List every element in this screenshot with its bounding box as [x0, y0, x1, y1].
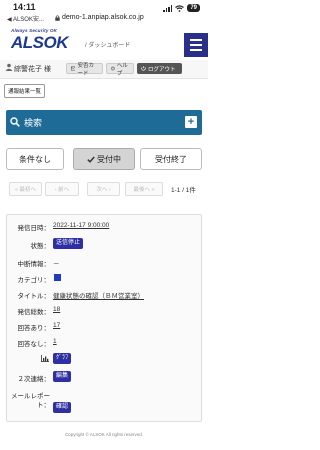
mail-report-label: メールレポー ト：: [11, 393, 50, 409]
secondary-edit-button[interactable]: 編集: [53, 371, 72, 382]
answered-label: 回答あり：: [17, 325, 51, 332]
report-title-link[interactable]: 健康状態の確認（ＢＭ営業室）: [53, 290, 144, 300]
back-to-app-link[interactable]: ◀ ALSOK安...: [7, 14, 44, 23]
total-label: 発信総数：: [17, 309, 51, 316]
category-label: カテゴリ：: [17, 277, 51, 284]
bar-chart-icon: [41, 355, 49, 362]
tab-accepting-label: 受付中: [97, 154, 121, 164]
tab-no-condition[interactable]: 条件なし: [6, 148, 64, 170]
title-label: タイトル：: [17, 293, 51, 300]
status-time: 14:11: [13, 2, 36, 12]
status-badge: 送信停止: [53, 238, 84, 249]
interrupt-label: 中断情報：: [17, 261, 51, 268]
safety-card-label: 安否カード: [77, 62, 94, 77]
help-button[interactable]: ヘルプ: [106, 62, 134, 77]
report-list-button[interactable]: 通報結果一覧: [4, 84, 46, 98]
category-color-swatch: [54, 274, 61, 281]
help-icon: [111, 66, 115, 71]
menu-icon-bar: [190, 44, 202, 46]
status-label: 状態：: [30, 243, 51, 250]
pager-first-button[interactable]: « 最初へ: [9, 182, 42, 196]
pager-count: 1-1 / 1件: [171, 187, 196, 194]
lock-icon: [55, 14, 60, 21]
unanswered-value-link[interactable]: 1: [53, 338, 57, 345]
user-name: 綜警花子 様: [14, 66, 51, 73]
tab-closed[interactable]: 受付終了: [140, 148, 202, 170]
hamburger-menu-button[interactable]: [184, 33, 208, 57]
menu-icon-bar: [190, 49, 202, 51]
safety-card-button[interactable]: 安否カード: [66, 62, 103, 77]
help-label: ヘルプ: [116, 62, 128, 77]
battery-icon: 79: [187, 4, 200, 12]
unanswered-label: 回答なし：: [17, 341, 51, 348]
logout-label: ログアウト: [148, 66, 176, 73]
tab-accepting[interactable]: 受付中: [73, 148, 135, 170]
address-bar[interactable]: demo-1.anpiap.alsok.co.jp: [55, 14, 144, 21]
send-date-label: 発信日時：: [17, 225, 51, 232]
menu-icon: [190, 39, 202, 41]
status-icons: 79: [163, 4, 200, 12]
signal-icon: [163, 4, 173, 12]
check-icon: [87, 156, 95, 163]
user-icon: [5, 63, 13, 73]
pager-last-button[interactable]: 最後へ »: [125, 182, 163, 196]
logout-button[interactable]: ログアウト: [137, 63, 182, 74]
pager-next-button[interactable]: 次へ ›: [87, 182, 120, 196]
answered-value-link[interactable]: 17: [53, 322, 60, 329]
url-text: demo-1.anpiap.alsok.co.jp: [62, 14, 144, 21]
graph-button[interactable]: ｸﾞﾗﾌ: [53, 353, 72, 364]
total-value-link[interactable]: 18: [53, 306, 60, 313]
expand-plus-icon[interactable]: +: [185, 116, 197, 128]
alsok-logo[interactable]: ALSOK: [11, 33, 69, 53]
send-date-link[interactable]: 2022-11-17 9:00:00: [53, 222, 109, 229]
pager-prev-button[interactable]: ‹ 前へ: [45, 182, 79, 196]
search-title: 検索: [24, 118, 43, 128]
search-icon: [10, 117, 20, 127]
mail-report-confirm-button[interactable]: 確認: [53, 402, 72, 413]
interrupt-value: －: [53, 261, 60, 268]
page-subtitle: / ダッシュボード: [85, 43, 131, 49]
copyright-footer: Copyright © ALSOK All rights reserved.: [64, 432, 144, 437]
mail-icon: [71, 66, 76, 71]
wifi-icon: [175, 4, 185, 12]
secondary-contact-label: ２次連絡：: [17, 376, 51, 383]
logout-icon: [141, 66, 146, 71]
